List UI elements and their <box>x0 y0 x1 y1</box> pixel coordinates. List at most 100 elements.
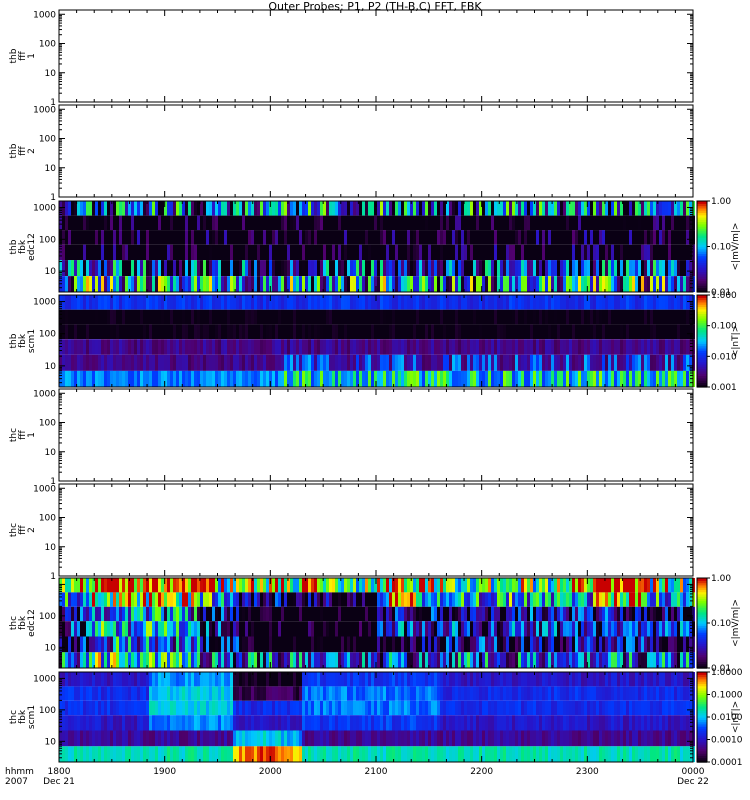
heatmap-cell <box>68 672 71 687</box>
y-tick-label: 10 <box>45 643 57 653</box>
heatmap-cell <box>266 201 269 216</box>
heatmap-cell <box>140 578 143 593</box>
heatmap-cell <box>581 324 584 340</box>
heatmap-cell <box>476 606 479 622</box>
heatmap-cell <box>359 652 362 669</box>
heatmap-cell <box>260 354 263 371</box>
heatmap-cell <box>311 652 314 669</box>
heatmap-cell <box>650 276 653 292</box>
heatmap-cell <box>368 276 371 292</box>
heatmap-cell <box>353 244 356 261</box>
heatmap-cell <box>467 260 470 276</box>
heatmap-cell <box>92 324 95 340</box>
heatmap-cell <box>536 636 539 653</box>
heatmap-cell <box>509 592 512 607</box>
heatmap-cell <box>86 686 89 701</box>
heatmap-cell <box>197 339 200 355</box>
heatmap-cell <box>224 652 227 669</box>
heatmap-cell <box>347 621 350 637</box>
heatmap-cell <box>503 578 506 593</box>
heatmap-cell <box>68 652 71 669</box>
heatmap-cell <box>683 295 686 310</box>
heatmap-cell <box>668 276 671 292</box>
heatmap-cell <box>275 201 278 216</box>
heatmap-cell <box>332 244 335 261</box>
heatmap-cell <box>65 636 68 653</box>
heatmap-cell <box>404 636 407 653</box>
heatmap-cell <box>467 201 470 216</box>
heatmap-cell <box>233 309 236 325</box>
heatmap-cell <box>581 354 584 371</box>
heatmap-cell <box>86 370 89 387</box>
heatmap-cell <box>569 354 572 371</box>
heatmap-cell <box>278 324 281 340</box>
heatmap-cell <box>266 621 269 637</box>
heatmap-cell <box>320 295 323 310</box>
heatmap-cell <box>389 621 392 637</box>
heatmap-cell <box>644 230 647 245</box>
heatmap-cell <box>218 215 221 231</box>
heatmap-cell <box>386 260 389 276</box>
heatmap-cell <box>425 244 428 261</box>
heatmap-cell <box>185 339 188 355</box>
heatmap-cell <box>602 339 605 355</box>
heatmap-cell <box>260 309 263 325</box>
heatmap-cell <box>536 215 539 231</box>
heatmap-cell <box>533 324 536 340</box>
heatmap-cell <box>116 324 119 340</box>
heatmap-cell <box>605 636 608 653</box>
heatmap-cell <box>368 260 371 276</box>
heatmap-cell <box>536 354 539 371</box>
heatmap-cell <box>89 354 92 371</box>
heatmap-cell <box>161 592 164 607</box>
heatmap-cell <box>686 339 689 355</box>
heatmap-cell <box>248 636 251 653</box>
heatmap-cell <box>326 339 329 355</box>
heatmap-cell <box>92 339 95 355</box>
heatmap-cell <box>551 260 554 276</box>
heatmap-cell <box>353 215 356 231</box>
heatmap-cell <box>314 309 317 325</box>
heatmap-cell <box>305 592 308 607</box>
heatmap-cell <box>353 606 356 622</box>
heatmap-cell <box>305 324 308 340</box>
heatmap-cell <box>524 652 527 669</box>
heatmap-cell <box>518 201 521 216</box>
heatmap-cell <box>404 592 407 607</box>
heatmap-cell <box>680 230 683 245</box>
heatmap-cell <box>149 230 152 245</box>
heatmap-cell <box>611 652 614 669</box>
heatmap-cell <box>95 636 98 653</box>
heatmap-cell <box>86 746 89 763</box>
heatmap-cell <box>650 652 653 669</box>
heatmap-cell <box>170 324 173 340</box>
heatmap-cell <box>665 370 668 387</box>
heatmap-cell <box>173 324 176 340</box>
heatmap-cell <box>371 260 374 276</box>
heatmap-cell <box>650 309 653 325</box>
heatmap-cell <box>305 354 308 371</box>
heatmap-cell <box>548 244 551 261</box>
heatmap-cell <box>575 230 578 245</box>
heatmap-cell <box>599 606 602 622</box>
colorbar: 1.000.100.01<|mV/m|> <box>696 574 741 674</box>
heatmap-cell <box>320 652 323 669</box>
heatmap-cell <box>371 295 374 310</box>
heatmap-cell <box>311 244 314 261</box>
heatmap-cell <box>122 295 125 310</box>
heatmap-cell <box>644 260 647 276</box>
heatmap-cell <box>188 339 191 355</box>
heatmap-cell <box>551 230 554 245</box>
heatmap-cell <box>224 230 227 245</box>
heatmap-cell <box>170 606 173 622</box>
heatmap-cell <box>335 244 338 261</box>
heatmap-cell <box>233 339 236 355</box>
heatmap-cell <box>665 339 668 355</box>
heatmap-cell <box>566 606 569 622</box>
heatmap-cell <box>614 578 617 593</box>
heatmap-cell <box>212 370 215 387</box>
heatmap-cell <box>491 201 494 216</box>
heatmap-cell <box>248 260 251 276</box>
heatmap-cell <box>311 578 314 593</box>
heatmap-cell <box>353 339 356 355</box>
